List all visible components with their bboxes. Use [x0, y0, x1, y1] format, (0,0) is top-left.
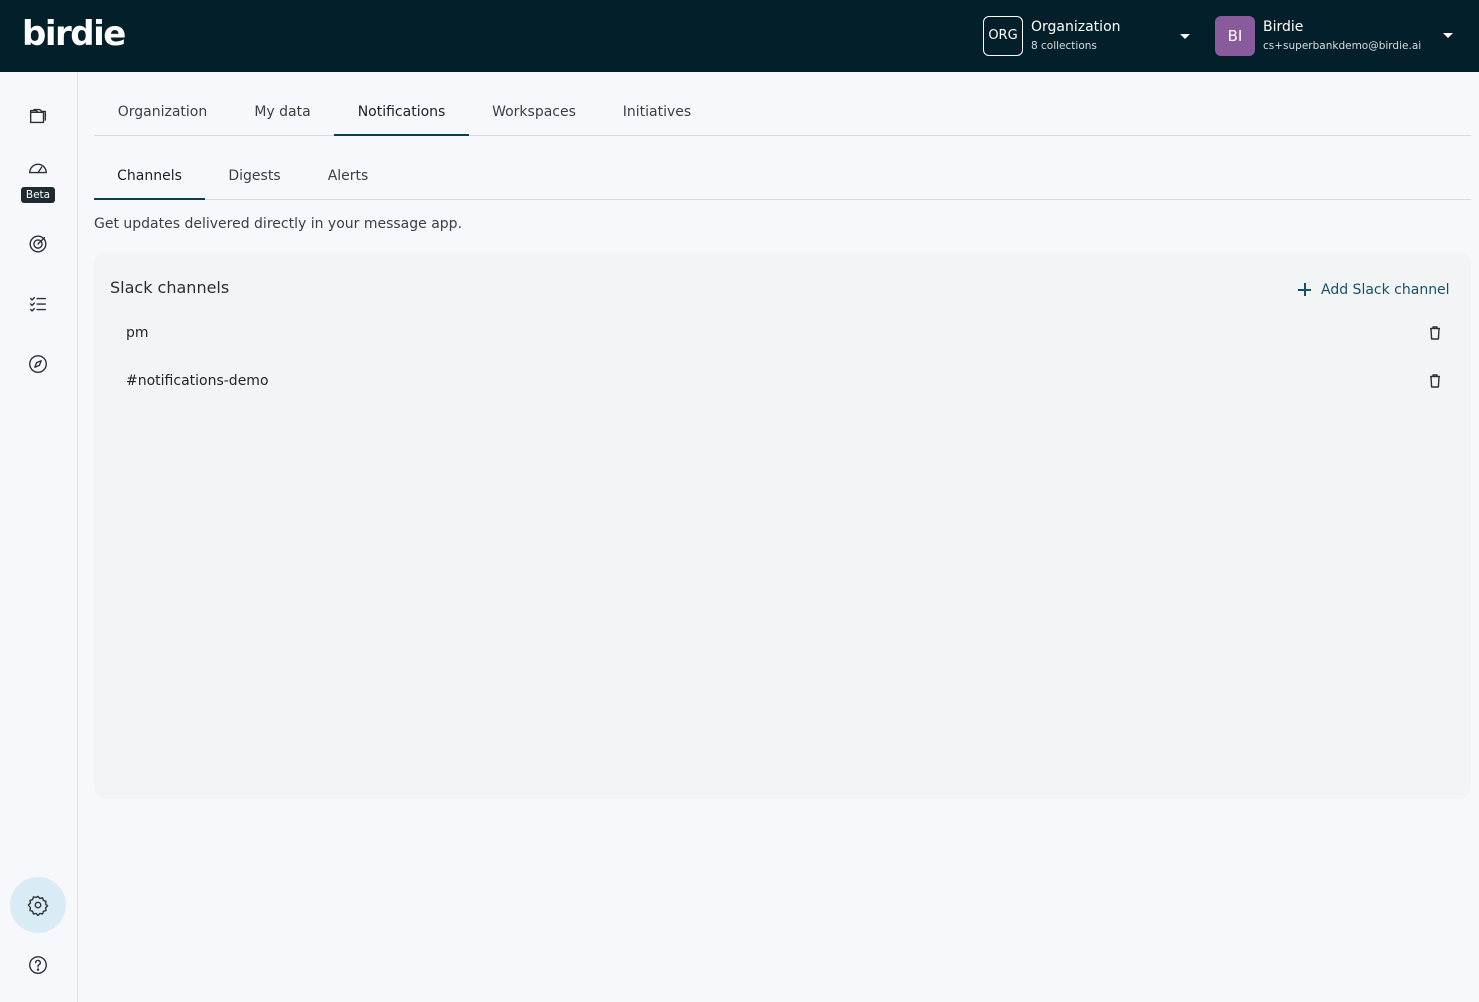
sidebar-item-explore[interactable]	[10, 336, 66, 392]
sidebar-item-dashboards[interactable]	[10, 148, 66, 188]
folder-icon	[29, 108, 47, 124]
user-name: Birdie	[1263, 19, 1304, 35]
tab-digests[interactable]: Digests	[205, 152, 304, 200]
compass-icon	[29, 355, 47, 373]
user-menu[interactable]: BI Birdie cs+superbankdemo@birdie.ai	[1215, 16, 1465, 56]
channel-name: pm	[126, 325, 149, 341]
tab-my-data[interactable]: My data	[231, 88, 334, 136]
org-name: Organization	[1031, 19, 1121, 35]
tab-organization[interactable]: Organization	[94, 88, 231, 136]
channel-name: #notifications-demo	[126, 373, 269, 389]
organization-switcher[interactable]: ORG Organization 8 collections	[983, 16, 1198, 56]
sidebar-item-tasks[interactable]	[10, 276, 66, 332]
tab-channels[interactable]: Channels	[94, 152, 205, 200]
sidebar: Beta	[0, 72, 78, 1002]
sidebar-item-collections[interactable]	[10, 88, 66, 144]
tab-alerts[interactable]: Alerts	[304, 152, 392, 200]
org-badge: ORG	[983, 16, 1023, 56]
channels-description: Get updates delivered directly in your m…	[94, 216, 463, 232]
sidebar-item-initiatives[interactable]	[10, 216, 66, 272]
checklist-icon	[29, 296, 47, 312]
notification-subtabs: Channels Digests Alerts	[94, 152, 1471, 200]
help-icon	[29, 956, 47, 974]
tab-initiatives[interactable]: Initiatives	[599, 88, 715, 136]
channel-row: pm	[110, 314, 1455, 354]
dashboard-gauge-icon	[29, 163, 47, 174]
birdie-logo[interactable]: birdie	[22, 14, 126, 54]
avatar: BI	[1215, 16, 1255, 56]
org-collections-count: 8 collections	[1031, 40, 1097, 52]
slack-channels-panel: Slack channels Add Slack channel pm #not…	[94, 252, 1471, 799]
trash-icon[interactable]	[1425, 323, 1445, 343]
sidebar-item-help[interactable]	[10, 937, 66, 993]
chevron-down-icon	[1443, 33, 1453, 38]
chevron-down-icon	[1180, 34, 1190, 39]
sidebar-item-settings[interactable]	[10, 877, 66, 933]
target-icon	[29, 235, 47, 253]
panel-title: Slack channels	[110, 278, 230, 297]
top-bar: birdie ORG Organization 8 collections BI…	[0, 0, 1479, 72]
gear-icon	[27, 895, 49, 916]
user-email: cs+superbankdemo@birdie.ai	[1263, 40, 1422, 52]
beta-badge: Beta	[21, 187, 55, 203]
channel-row: #notifications-demo	[110, 362, 1455, 402]
trash-icon[interactable]	[1425, 371, 1445, 391]
plus-icon	[1298, 283, 1311, 296]
add-slack-channel-label: Add Slack channel	[1321, 282, 1450, 298]
tab-workspaces[interactable]: Workspaces	[469, 88, 599, 136]
settings-tabs: Organization My data Notifications Works…	[94, 88, 1471, 136]
tab-notifications[interactable]: Notifications	[334, 88, 469, 136]
add-slack-channel-button[interactable]: Add Slack channel	[1294, 280, 1454, 304]
